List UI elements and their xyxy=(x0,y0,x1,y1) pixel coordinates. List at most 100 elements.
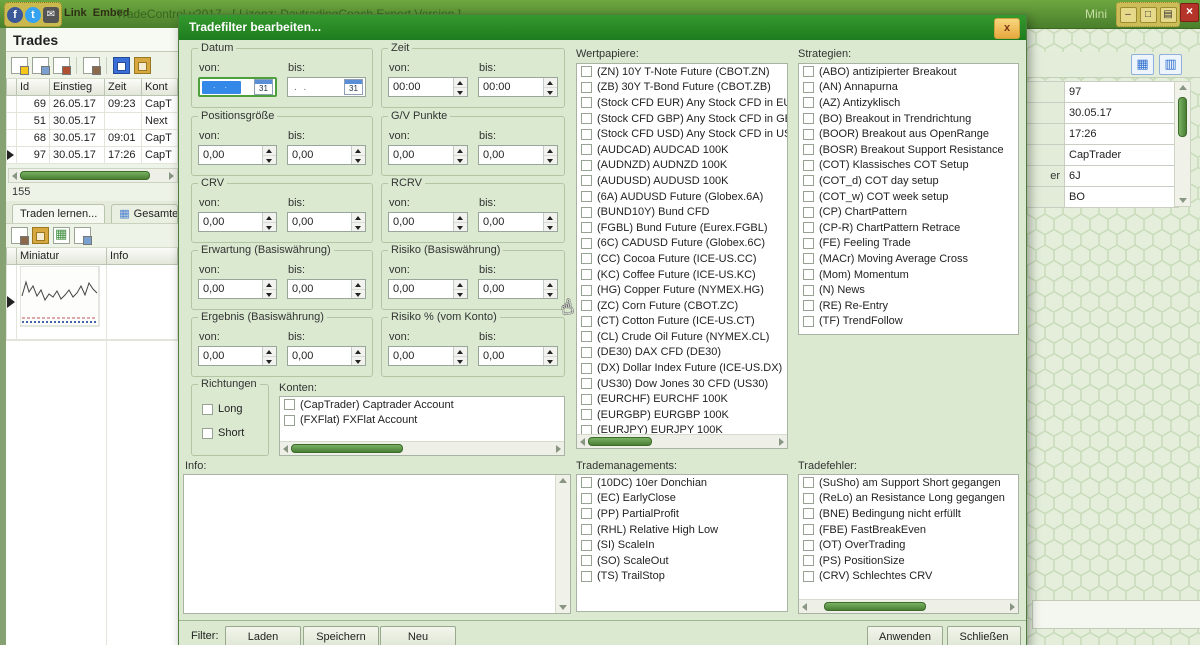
spinner-down-icon[interactable] xyxy=(544,223,557,232)
spinner-up-icon[interactable] xyxy=(352,146,365,156)
list-item[interactable]: (AUDNZD) AUDNZD 100K xyxy=(577,158,787,174)
list-item[interactable]: (CC) Cocoa Future (ICE-US.CC) xyxy=(577,251,787,267)
checkbox[interactable] xyxy=(803,113,814,124)
list-item[interactable]: (TF) TrendFollow xyxy=(799,314,1018,330)
checkbox[interactable] xyxy=(803,477,814,488)
checkbox[interactable] xyxy=(581,394,592,405)
checkbox[interactable] xyxy=(803,191,814,202)
list-item[interactable]: (AZ) Antizyklisch xyxy=(799,95,1018,111)
direction-option[interactable]: Long xyxy=(198,397,262,421)
schliessen-button[interactable]: Schließen xyxy=(947,626,1021,645)
checkbox[interactable] xyxy=(581,144,592,155)
list-item[interactable]: (HG) Copper Future (NYMEX.HG) xyxy=(577,282,787,298)
list-item[interactable]: (KC) Coffee Future (ICE-US.KC) xyxy=(577,267,787,283)
list-item[interactable]: (FBE) FastBreakEven xyxy=(799,522,1018,538)
dialog-titlebar[interactable]: Tradefilter bearbeiten... xyxy=(179,15,1026,40)
tradefehler-horizontal-scrollbar[interactable] xyxy=(799,599,1018,613)
property-row[interactable]: er 6J xyxy=(1026,166,1179,187)
spinner-down-icon[interactable] xyxy=(352,223,365,232)
dialog-close-button[interactable]: x xyxy=(994,18,1020,39)
checkbox[interactable] xyxy=(581,316,592,327)
checkbox[interactable] xyxy=(581,97,592,108)
scrollbar-thumb[interactable] xyxy=(824,602,926,611)
list-item[interactable]: (SuSho) am Support Short gegangen xyxy=(799,475,1018,491)
list-item[interactable]: (CP) ChartPattern xyxy=(799,204,1018,220)
table-view-icon[interactable]: ▦ xyxy=(1131,54,1154,75)
list-item[interactable]: (ZN) 10Y T-Note Future (CBOT.ZN) xyxy=(577,64,787,80)
spinner-down-icon[interactable] xyxy=(454,88,467,97)
checkbox[interactable] xyxy=(803,129,814,140)
checkbox[interactable] xyxy=(581,300,592,311)
spinner-down-icon[interactable] xyxy=(454,357,467,366)
date-to-input[interactable]: . . 31 xyxy=(287,77,366,97)
properties-vertical-scrollbar[interactable] xyxy=(1174,81,1191,207)
checkbox[interactable] xyxy=(581,269,592,280)
scrollbar-thumb[interactable] xyxy=(588,437,652,446)
value-to-input[interactable]: 0,00 xyxy=(287,346,366,366)
close-window-button[interactable]: × xyxy=(1180,3,1199,22)
scroll-left-icon[interactable] xyxy=(580,438,585,446)
email-icon[interactable]: ✉ xyxy=(43,7,59,23)
list-item[interactable]: (EURCHF) EURCHF 100K xyxy=(577,391,787,407)
checkbox[interactable] xyxy=(581,571,592,582)
checkbox[interactable] xyxy=(581,222,592,233)
calendar-icon[interactable]: 31 xyxy=(254,79,273,95)
checkbox[interactable] xyxy=(803,300,814,311)
trademanagements-list[interactable]: (10DC) 10er Donchian (EC) EarlyClose (PP… xyxy=(576,474,788,612)
table-icon[interactable]: ▦ xyxy=(53,227,70,244)
list-item[interactable]: (FXFlat) FXFlat Account xyxy=(280,413,564,429)
checkbox[interactable] xyxy=(581,160,592,171)
info-cell[interactable] xyxy=(107,265,178,340)
anwenden-button[interactable]: Anwenden xyxy=(867,626,943,645)
spinner-up-icon[interactable] xyxy=(352,213,365,223)
checkbox[interactable] xyxy=(284,399,295,410)
checkbox[interactable] xyxy=(581,347,592,358)
checkbox[interactable] xyxy=(581,82,592,93)
list-item[interactable]: (AN) Annapurna xyxy=(799,80,1018,96)
minimize-button[interactable]: – xyxy=(1120,7,1137,23)
list-item[interactable]: (EC) EarlyClose xyxy=(577,491,787,507)
thumbnail-table[interactable]: Miniatur Info xyxy=(6,248,178,340)
checkbox[interactable] xyxy=(803,253,814,264)
spinner-up-icon[interactable] xyxy=(263,347,276,357)
checkbox[interactable] xyxy=(581,285,592,296)
list-item[interactable]: (ZB) 30Y T-Bond Future (CBOT.ZB) xyxy=(577,80,787,96)
list-item[interactable]: (CT) Cotton Future (ICE-US.CT) xyxy=(577,314,787,330)
list-item[interactable]: (ABO) antizipierter Breakout xyxy=(799,64,1018,80)
checkbox[interactable] xyxy=(581,524,592,535)
list-item[interactable]: (COT_d) COT day setup xyxy=(799,173,1018,189)
save-icon[interactable] xyxy=(113,57,130,74)
wertpapiere-horizontal-scrollbar[interactable] xyxy=(577,434,787,448)
value-to-input[interactable]: 0,00 xyxy=(287,279,366,299)
spinner-down-icon[interactable] xyxy=(544,88,557,97)
checkbox[interactable] xyxy=(202,428,213,439)
tradefehler-list[interactable]: (SuSho) am Support Short gegangen (ReLo)… xyxy=(798,474,1019,614)
value-to-input[interactable]: 0,00 xyxy=(478,279,558,299)
scroll-left-icon[interactable] xyxy=(12,172,17,180)
value-from-input[interactable]: 0,00 xyxy=(388,346,468,366)
list-item[interactable]: (US30) Dow Jones 30 CFD (US30) xyxy=(577,376,787,392)
scrollbar-thumb[interactable] xyxy=(291,444,403,453)
value-to-input[interactable]: 0,00 xyxy=(287,145,366,165)
list-item[interactable]: (ReLo) an Resistance Long gegangen xyxy=(799,491,1018,507)
scroll-down-icon[interactable] xyxy=(1179,198,1187,203)
scroll-left-icon[interactable] xyxy=(802,603,807,611)
list-item[interactable]: (SO) ScaleOut xyxy=(577,553,787,569)
list-item[interactable]: (COT_w) COT week setup xyxy=(799,189,1018,205)
spinner-up-icon[interactable] xyxy=(544,78,557,88)
laden-button[interactable]: Laden xyxy=(225,626,301,645)
value-from-input[interactable]: 0,00 xyxy=(388,279,468,299)
screen-button[interactable]: ▤ xyxy=(1160,7,1177,23)
twitter-icon[interactable]: t xyxy=(25,7,41,23)
checkbox[interactable] xyxy=(581,493,592,504)
checkbox[interactable] xyxy=(581,477,592,488)
spinner-down-icon[interactable] xyxy=(544,290,557,299)
date-from-input[interactable]: · · 31 xyxy=(198,77,277,97)
list-item[interactable]: (CP-R) ChartPattern Retrace xyxy=(799,220,1018,236)
value-to-input[interactable]: 0,00 xyxy=(478,346,558,366)
clipboard-icon[interactable] xyxy=(134,57,151,74)
list-item[interactable]: (CapTrader) Captrader Account xyxy=(280,397,564,413)
checkbox[interactable] xyxy=(581,113,592,124)
list-item[interactable]: (Stock CFD EUR) Any Stock CFD in EUR xyxy=(577,95,787,111)
report-icon[interactable] xyxy=(53,57,70,74)
